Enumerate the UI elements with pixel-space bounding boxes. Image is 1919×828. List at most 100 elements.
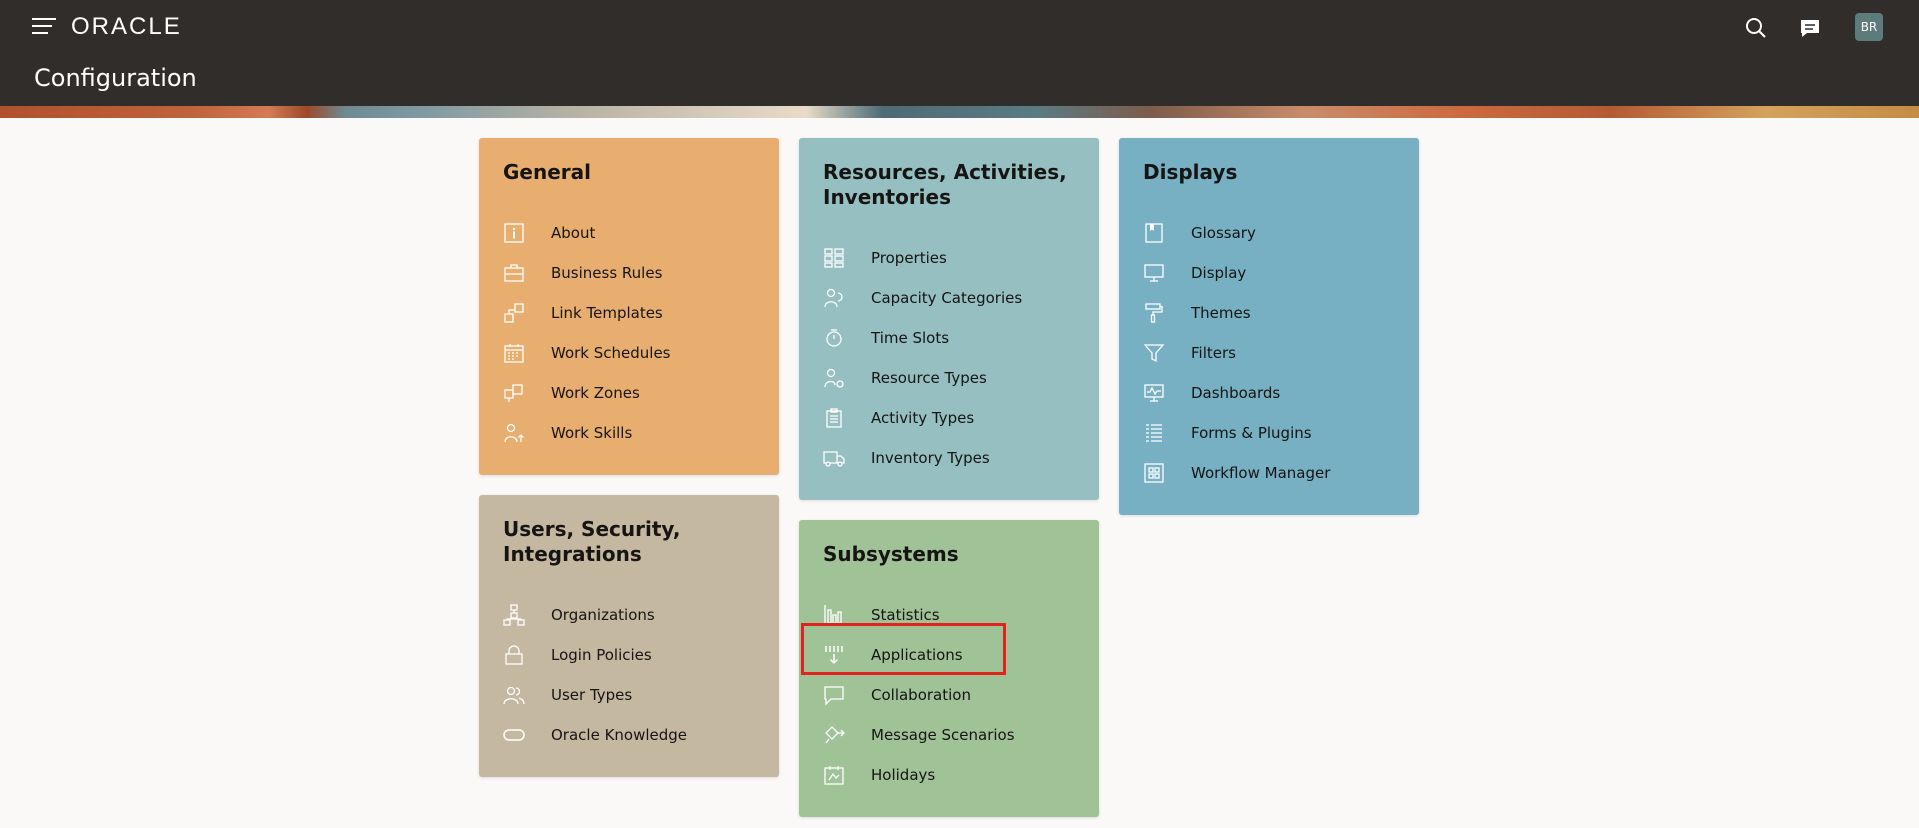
menu-item-label: Workflow Manager	[1191, 464, 1331, 482]
calendar-icon	[504, 344, 524, 363]
menu-item-label: Display	[1191, 264, 1247, 282]
card-title: Resources, Activities, Inventories	[823, 160, 1067, 209]
bar-chart-icon	[824, 605, 844, 626]
menu-item-message-scenarios[interactable]: Message Scenarios	[823, 720, 1073, 750]
form-list-icon	[1146, 424, 1162, 442]
menu-item-label: Dashboards	[1191, 384, 1281, 402]
user-avatar[interactable]: BR	[1855, 13, 1883, 41]
truck-icon	[823, 451, 845, 467]
menu-item-label: Holidays	[871, 766, 936, 784]
menu-item-link-templates[interactable]: Link Templates	[503, 298, 753, 328]
menu-item-activity-types[interactable]: Activity Types	[823, 403, 1073, 433]
menu-item-label: About	[551, 224, 596, 242]
menu-item-label: Work Skills	[551, 424, 633, 442]
menu-item-inventory-types[interactable]: Inventory Types	[823, 443, 1073, 473]
paint-roller-icon	[1145, 303, 1163, 323]
card-title: Subsystems	[823, 542, 959, 566]
menu-item-themes[interactable]: Themes	[1143, 298, 1393, 328]
menu-item-label: Capacity Categories	[871, 289, 1023, 307]
menu-item-time-slots[interactable]: Time Slots	[823, 323, 1073, 353]
menu-item-resource-types[interactable]: Resource Types	[823, 363, 1073, 393]
menu-item-label: Resource Types	[871, 369, 987, 387]
timer-icon	[826, 329, 842, 347]
card-title: General	[503, 160, 591, 184]
monitor-icon	[1144, 264, 1164, 282]
menu-item-glossary[interactable]: Glossary	[1143, 218, 1393, 248]
menu-item-label: Work Zones	[551, 384, 640, 402]
menu-item-label: Filters	[1191, 344, 1236, 362]
app-header: ORACLE Configuration BR	[0, 0, 1919, 106]
workflow-grid-icon	[1144, 463, 1164, 483]
menu-item-label: Link Templates	[551, 304, 663, 322]
holiday-calendar-icon	[824, 766, 844, 785]
users-icon	[503, 686, 525, 705]
dashboard-icon	[1144, 384, 1164, 402]
menu-item-label: Time Slots	[871, 329, 950, 347]
capacity-icon	[824, 288, 843, 308]
menu-item-dashboards[interactable]: Dashboards	[1143, 378, 1393, 408]
chat-icon[interactable]	[1796, 14, 1824, 42]
menu-item-label: Glossary	[1191, 224, 1256, 242]
menu-item-label: Forms & Plugins	[1191, 424, 1312, 442]
card-title: Users, Security, Integrations	[503, 517, 681, 566]
menu-item-user-types[interactable]: User Types	[503, 680, 753, 710]
menu-item-work-skills[interactable]: Work Skills	[503, 418, 753, 448]
book-icon	[1145, 223, 1163, 243]
properties-grid-icon	[824, 248, 844, 268]
menu-item-label: Business Rules	[551, 264, 663, 282]
briefcase-icon	[504, 264, 524, 282]
menu-item-label: Login Policies	[551, 646, 652, 664]
menu-item-organizations[interactable]: Organizations	[503, 600, 753, 630]
person-skill-icon	[504, 423, 524, 443]
search-icon[interactable]	[1742, 14, 1770, 42]
menu-item-capacity-categories[interactable]: Capacity Categories	[823, 283, 1073, 313]
menu-item-statistics[interactable]: Statistics	[823, 600, 1073, 630]
oracle-pill-icon	[503, 729, 525, 741]
zones-icon	[504, 384, 523, 402]
menu-item-label: Message Scenarios	[871, 726, 1015, 744]
menu-item-label: Activity Types	[871, 409, 975, 427]
oracle-logo[interactable]: ORACLE	[71, 13, 182, 41]
menu-item-label: Collaboration	[871, 686, 971, 704]
menu-item-about[interactable]: About	[503, 218, 753, 248]
menu-item-work-zones[interactable]: Work Zones	[503, 378, 753, 408]
menu-item-label: Oracle Knowledge	[551, 726, 688, 744]
menu-item-label: Applications	[871, 646, 963, 664]
menu-item-label: User Types	[551, 686, 633, 704]
link-template-icon	[504, 303, 524, 323]
menu-item-applications[interactable]: Applications	[823, 640, 1073, 670]
card-users-security-integrations: Users, Security, Integrations Organizati…	[479, 495, 779, 777]
menu-item-label: Organizations	[551, 606, 655, 624]
menu-item-label: Themes	[1191, 304, 1251, 322]
card-title: Displays	[1143, 160, 1238, 184]
download-apps-icon	[825, 646, 843, 665]
page-title: Configuration	[34, 64, 197, 92]
card-subsystems: Subsystems Statistics Applications Colla…	[799, 520, 1099, 817]
menu-item-workflow-manager[interactable]: Workflow Manager	[1143, 458, 1393, 488]
menu-item-filters[interactable]: Filters	[1143, 338, 1393, 368]
decorative-banner	[0, 106, 1919, 118]
lock-icon	[505, 645, 523, 665]
menu-item-work-schedules[interactable]: Work Schedules	[503, 338, 753, 368]
card-displays: Displays Glossary Display Themes Filters…	[1119, 138, 1419, 515]
menu-item-forms-plugins[interactable]: Forms & Plugins	[1143, 418, 1393, 448]
menu-item-label: Inventory Types	[871, 449, 990, 467]
chat-bubble-icon	[824, 686, 844, 706]
menu-item-properties[interactable]: Properties	[823, 243, 1073, 273]
message-scenario-icon	[825, 726, 845, 744]
menu-item-login-policies[interactable]: Login Policies	[503, 640, 753, 670]
menu-item-oracle-knowledge[interactable]: Oracle Knowledge	[503, 720, 753, 750]
clipboard-icon	[826, 408, 842, 428]
menu-item-display[interactable]: Display	[1143, 258, 1393, 288]
menu-item-holidays[interactable]: Holidays	[823, 760, 1073, 790]
card-resources-activities-inventories: Resources, Activities, Inventories Prope…	[799, 138, 1099, 500]
menu-item-label: Work Schedules	[551, 344, 671, 362]
menu-item-collaboration[interactable]: Collaboration	[823, 680, 1073, 710]
menu-item-label: Statistics	[871, 606, 940, 624]
card-general: General About Business Rules Link Templa…	[479, 138, 779, 475]
menu-item-label: Properties	[871, 249, 947, 267]
menu-item-business-rules[interactable]: Business Rules	[503, 258, 753, 288]
hamburger-menu-icon[interactable]	[32, 18, 56, 36]
person-gear-icon	[824, 368, 844, 388]
org-chart-icon	[503, 604, 525, 626]
